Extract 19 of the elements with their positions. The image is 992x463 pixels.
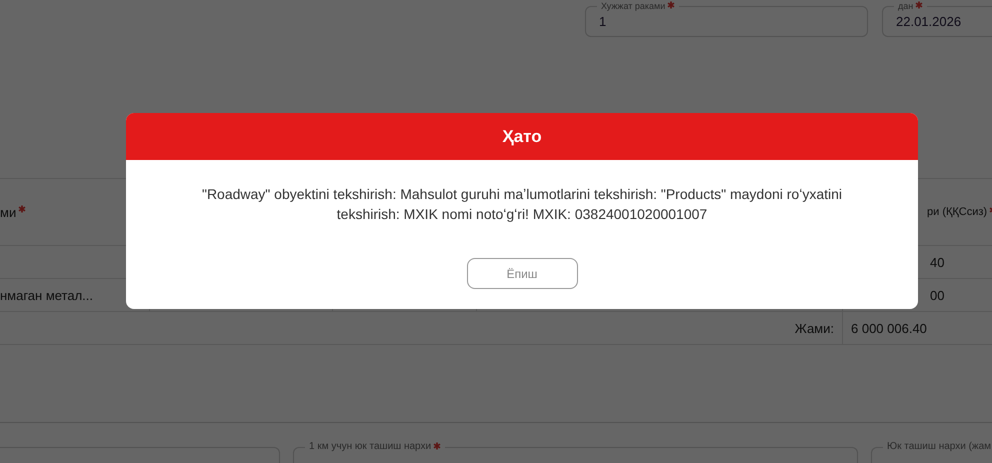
input-field[interactable]: Юк ташиш нархи (жам [871,442,992,463]
total-label: Жами: [794,320,834,336]
field-value: 1 [599,14,606,29]
input-field[interactable]: 1 Хужжат раками [585,1,868,141]
dialog-title: Ҳато [502,126,542,146]
total-value: 6 000 006.40 [851,320,927,336]
field-label: 1 км учун юк ташиш нархи [305,442,446,452]
error-message: "Roadway" obyektini tekshirish: Mahsulot guruhi maʼlumotlarini tekshirish: "Products" maydoni roʻyxatini tekshirish: MXIK nomi notoʻgʻri! MXIK: 03824001020001007 [200,185,844,224]
input-field[interactable]: 22.01.2026 дан [882,1,992,141]
table-cell: 40 [930,254,944,270]
close-button[interactable]: Ёпиш [466,258,578,289]
column-header: ри (ҚҚСсиз) [927,206,992,218]
table-cell: 00 [930,288,944,302]
column-header: ми [0,204,26,220]
field-label: дан [894,1,928,11]
table-cell: нмаган метал... [0,288,94,302]
field-value: 22.01.2026 [896,14,962,29]
field-label: Хужжат раками [597,1,680,11]
field-label: Юк ташиш нархи (жам [883,442,992,452]
